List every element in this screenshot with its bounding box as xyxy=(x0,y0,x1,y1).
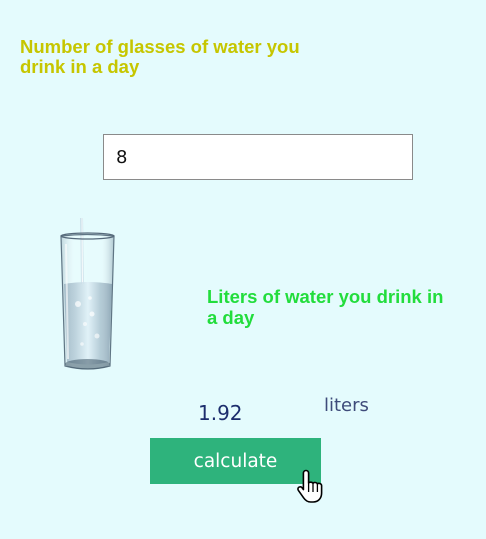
result-unit: liters xyxy=(324,395,369,416)
water-glass-icon xyxy=(60,218,115,370)
result-value: 1.92 xyxy=(198,401,243,425)
glasses-input[interactable] xyxy=(103,134,413,180)
question-label: Number of glasses of water you drink in … xyxy=(20,36,300,77)
calculate-button[interactable]: calculate xyxy=(150,438,321,484)
result-label: Liters of water you drink in a day xyxy=(207,286,444,328)
